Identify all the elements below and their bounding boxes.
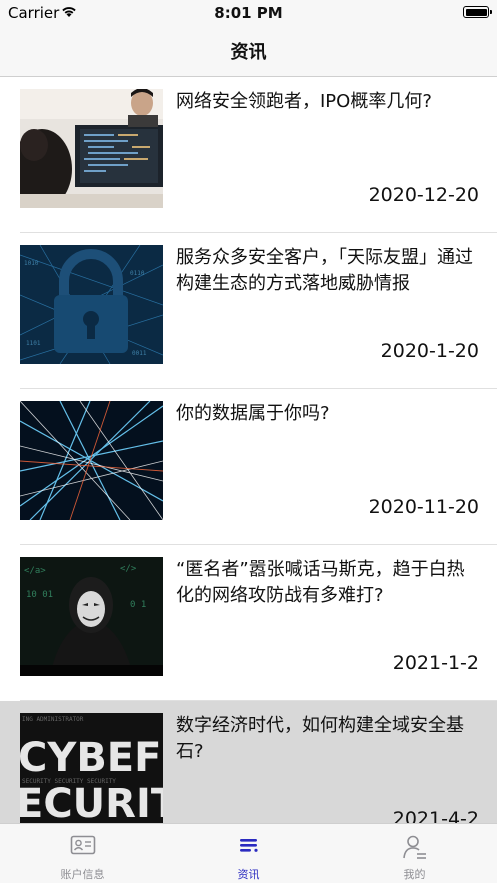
- article-title: “匿名者”嚣张喊话马斯克，趋于白热化的网络攻防战有多难打?: [176, 559, 465, 606]
- article-thumbnail: </a> </> 10 01 0 1: [20, 557, 163, 676]
- article-row[interactable]: CYBEF ECURIT ING ADMINISTRATOR SECURITY …: [0, 701, 497, 823]
- svg-text:0110: 0110: [130, 270, 145, 277]
- svg-text:10 01: 10 01: [26, 590, 53, 600]
- svg-text:ING ADMINISTRATOR: ING ADMINISTRATOR: [22, 716, 84, 723]
- article-date: 2021-4-2: [392, 808, 479, 823]
- svg-text:0 1: 0 1: [130, 600, 146, 610]
- article-date: 2020-11-20: [368, 496, 479, 518]
- article-thumbnail: CYBEF ECURIT ING ADMINISTRATOR SECURITY …: [20, 713, 163, 823]
- article-title: 网络安全领跑者，IPO概率几何?: [176, 91, 432, 112]
- page-title: 资讯: [230, 42, 267, 63]
- article-title: 服务众多安全客户，「天际友盟」通过构建生态的方式落地威胁情报: [176, 247, 473, 294]
- article-row[interactable]: 1010 0110 1101 0011 服务众多安全客户，「天际友盟」通过构建生态的方…: [0, 233, 497, 389]
- svg-text:CYBEF: CYBEF: [20, 735, 161, 781]
- article-title: 你的数据属于你吗?: [176, 403, 330, 424]
- navigation-bar: 资讯: [0, 26, 497, 77]
- tab-bar: 账户信息 资讯 我的: [0, 823, 497, 883]
- article-row[interactable]: </a> </> 10 01 0 1 “匿名者”嚣张喊话马斯克，趋于白热化的网络攻防…: [0, 545, 497, 701]
- article-title: 数字经济时代，如何构建全域安全基石?: [176, 715, 464, 762]
- svg-text:1101: 1101: [26, 340, 41, 347]
- svg-text:</>: </>: [120, 564, 137, 574]
- news-list-icon: [239, 839, 258, 852]
- tab-news[interactable]: 资讯: [166, 824, 331, 884]
- svg-text:0011: 0011: [132, 350, 147, 357]
- battery-icon: [463, 6, 492, 18]
- tab-label: 账户信息: [60, 868, 105, 881]
- svg-text:SECURITY SECURITY SECURITY: SECURITY SECURITY SECURITY: [22, 778, 116, 785]
- tab-account-info[interactable]: 账户信息: [0, 824, 165, 884]
- article-thumbnail: [20, 401, 163, 520]
- svg-text:ECURIT: ECURIT: [20, 781, 163, 823]
- person-icon: [402, 835, 426, 859]
- article-row[interactable]: 网络安全领跑者，IPO概率几何? 2020-12-20: [0, 77, 497, 233]
- article-date: 2020-1-20: [380, 340, 479, 362]
- svg-text:1010: 1010: [24, 260, 39, 267]
- article-thumbnail: 1010 0110 1101 0011: [20, 245, 163, 364]
- status-bar: Carrier 8:01 PM: [0, 0, 497, 26]
- article-row[interactable]: 你的数据属于你吗? 2020-11-20: [0, 389, 497, 545]
- article-date: 2021-1-2: [392, 652, 479, 674]
- svg-text:</a>: </a>: [24, 566, 46, 576]
- clock: 8:01 PM: [214, 4, 283, 22]
- tab-label: 资讯: [237, 868, 260, 881]
- article-date: 2020-12-20: [368, 184, 479, 206]
- tab-label: 我的: [403, 868, 426, 881]
- article-list[interactable]: 网络安全领跑者，IPO概率几何? 2020-12-20 1010 0110 1101…: [0, 77, 497, 823]
- article-thumbnail: [20, 89, 163, 208]
- id-card-icon: [70, 835, 95, 855]
- tab-profile[interactable]: 我的: [332, 824, 497, 884]
